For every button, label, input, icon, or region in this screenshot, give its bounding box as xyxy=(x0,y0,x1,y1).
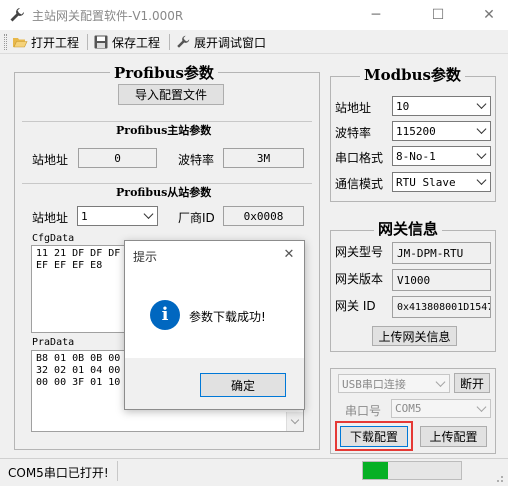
info-icon: i xyxy=(150,300,180,330)
usb-connection-select[interactable]: USB串口连接 xyxy=(338,374,450,393)
vendor-id-label: 厂商ID xyxy=(178,211,215,225)
open-project-label: 打开工程 xyxy=(31,35,80,50)
wrench-icon xyxy=(177,35,190,48)
window-title: 主站网关配置软件-V1.000R xyxy=(32,9,184,23)
toolbar-separator xyxy=(169,34,170,50)
maximize-button[interactable]: ☐ xyxy=(423,4,453,26)
minimize-button[interactable]: ─ xyxy=(361,4,391,26)
chevron-down-icon xyxy=(476,175,487,185)
chevron-down-icon xyxy=(476,149,487,159)
modbus-format-select[interactable]: 8-No-1 xyxy=(392,146,491,166)
profibus-title: Profibus参数 xyxy=(110,62,218,83)
port-select[interactable]: COM5 xyxy=(391,399,491,418)
slave-station-value: 1 xyxy=(81,209,88,223)
dialog-title: 提示 xyxy=(133,250,158,264)
message-dialog: 提示 ✕ i 参数下载成功! 确定 xyxy=(124,240,305,410)
master-station-field: 0 xyxy=(78,148,157,168)
gateway-version-field: V1000 xyxy=(392,269,491,291)
resize-grip[interactable] xyxy=(494,472,504,482)
open-project-button[interactable]: 打开工程 xyxy=(12,33,79,51)
scrollbar-down-button[interactable] xyxy=(286,412,303,431)
gateway-title: 网关信息 xyxy=(374,218,443,239)
debug-window-label: 展开调试窗口 xyxy=(194,35,267,50)
modbus-mode-select[interactable]: RTU Slave xyxy=(392,172,491,192)
upload-gateway-info-button[interactable]: 上传网关信息 xyxy=(372,326,457,346)
modbus-baud-value: 115200 xyxy=(396,124,436,138)
disconnect-button[interactable]: 断开 xyxy=(454,373,490,393)
progress-bar xyxy=(362,461,462,480)
vendor-id-field: 0x0008 xyxy=(223,206,304,226)
chevron-down-icon xyxy=(476,99,487,109)
modbus-station-value: 10 xyxy=(396,99,410,113)
download-config-button[interactable]: 下载配置 xyxy=(340,426,408,447)
dialog-close-button[interactable]: ✕ xyxy=(277,245,301,265)
import-config-button[interactable]: 导入配置文件 xyxy=(118,84,224,105)
status-text: COM5串口已打开! xyxy=(8,466,109,480)
modbus-station-label: 站地址 xyxy=(335,101,372,115)
gateway-id-field: 0x413808001D1547 xyxy=(392,296,491,318)
toolbar-grip xyxy=(4,34,7,50)
save-project-label: 保存工程 xyxy=(112,35,161,50)
wrench-icon xyxy=(10,8,24,22)
gateway-model-label: 网关型号 xyxy=(335,245,384,259)
close-button[interactable]: ✕ xyxy=(474,4,504,26)
usb-connection-value: USB串口连接 xyxy=(342,377,406,391)
status-separator xyxy=(117,461,118,481)
slave-section-title: Profibus从站参数 xyxy=(116,186,212,199)
slave-station-select[interactable]: 1 xyxy=(77,206,158,226)
modbus-mode-value: RTU Slave xyxy=(396,175,456,189)
dialog-ok-button[interactable]: 确定 xyxy=(200,373,286,397)
upload-config-button[interactable]: 上传配置 xyxy=(420,426,487,447)
dialog-message: 参数下载成功! xyxy=(189,310,266,324)
modbus-mode-label: 通信模式 xyxy=(335,177,384,191)
port-value: COM5 xyxy=(395,402,422,415)
gateway-id-label: 网关 ID xyxy=(335,299,376,313)
port-label: 串口号 xyxy=(345,404,382,418)
chevron-down-icon xyxy=(476,124,487,134)
toolbar-separator xyxy=(87,34,88,50)
modbus-format-value: 8-No-1 xyxy=(396,149,436,163)
master-baud-field: 3M xyxy=(223,148,304,168)
cfgdata-label: CfgData xyxy=(32,233,75,244)
progress-fill xyxy=(363,462,388,479)
chevron-down-icon xyxy=(290,415,300,425)
debug-window-button[interactable]: 展开调试窗口 xyxy=(175,33,266,51)
save-project-button[interactable]: 保存工程 xyxy=(93,33,160,51)
chevron-down-icon xyxy=(435,376,446,387)
chevron-down-icon xyxy=(143,209,154,219)
floppy-disk-icon xyxy=(94,35,108,49)
folder-open-icon xyxy=(13,38,28,48)
modbus-title: Modbus参数 xyxy=(360,64,465,85)
pradata-label: PraData xyxy=(32,337,75,348)
gateway-version-label: 网关版本 xyxy=(335,272,384,286)
gateway-model-field: JM-DPM-RTU xyxy=(392,242,491,264)
master-section-title: Profibus主站参数 xyxy=(116,124,212,137)
modbus-format-label: 串口格式 xyxy=(335,151,384,165)
slave-station-label: 站地址 xyxy=(32,211,69,225)
chevron-down-icon xyxy=(476,401,487,412)
master-station-label: 站地址 xyxy=(32,153,69,167)
modbus-baud-select[interactable]: 115200 xyxy=(392,121,491,141)
master-baud-label: 波特率 xyxy=(178,153,215,167)
modbus-baud-label: 波特率 xyxy=(335,126,372,140)
modbus-station-select[interactable]: 10 xyxy=(392,96,491,116)
resize-grip-icon xyxy=(497,476,503,482)
